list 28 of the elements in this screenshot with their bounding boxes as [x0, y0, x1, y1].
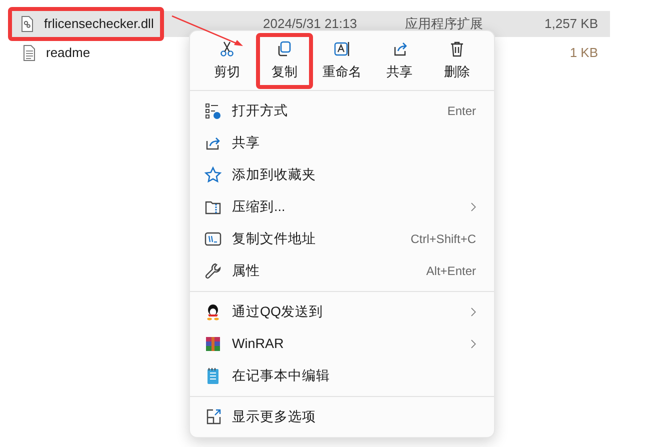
- menu-item[interactable]: WinRAR: [194, 328, 490, 360]
- star-icon: [204, 166, 222, 184]
- shortcut-text: Ctrl+Shift+C: [410, 231, 476, 248]
- expand-icon: [204, 408, 222, 426]
- file-name: frlicensechecker.dll: [44, 15, 154, 34]
- menu-item[interactable]: 属性 Alt+Enter: [194, 255, 490, 287]
- wrench-icon: [204, 262, 222, 280]
- menu-item[interactable]: 打开方式 Enter: [194, 95, 490, 127]
- file-name: readme: [46, 44, 90, 62]
- file-size: 1,257 KB: [544, 15, 599, 34]
- menu-item[interactable]: 添加到收藏夹: [194, 159, 490, 191]
- menu-item[interactable]: 在记事本中编辑: [194, 360, 490, 392]
- arrow: [172, 15, 243, 46]
- rename-icon: [332, 40, 351, 58]
- menu-item[interactable]: 复制文件地址 Ctrl+Shift+C: [194, 223, 490, 255]
- file-size: 1 KB: [568, 44, 599, 62]
- open-with-icon: [204, 102, 222, 120]
- modified-date: 2024/5/31 21:13: [263, 15, 358, 34]
- menu-item[interactable]: 显示更多选项: [194, 401, 490, 433]
- shortcut-text: Enter: [447, 103, 476, 120]
- menu-item[interactable]: 共享: [194, 127, 490, 159]
- toolbar-button[interactable]: 复制: [256, 32, 314, 88]
- menu-item[interactable]: 通过QQ发送到: [194, 296, 490, 328]
- menu-item[interactable]: 压缩到...: [194, 191, 490, 223]
- file-type: 应用程序扩展: [405, 15, 484, 34]
- scissors-icon: [218, 40, 236, 58]
- path-icon: [204, 230, 222, 248]
- shortcut-text: Alt+Enter: [426, 263, 476, 280]
